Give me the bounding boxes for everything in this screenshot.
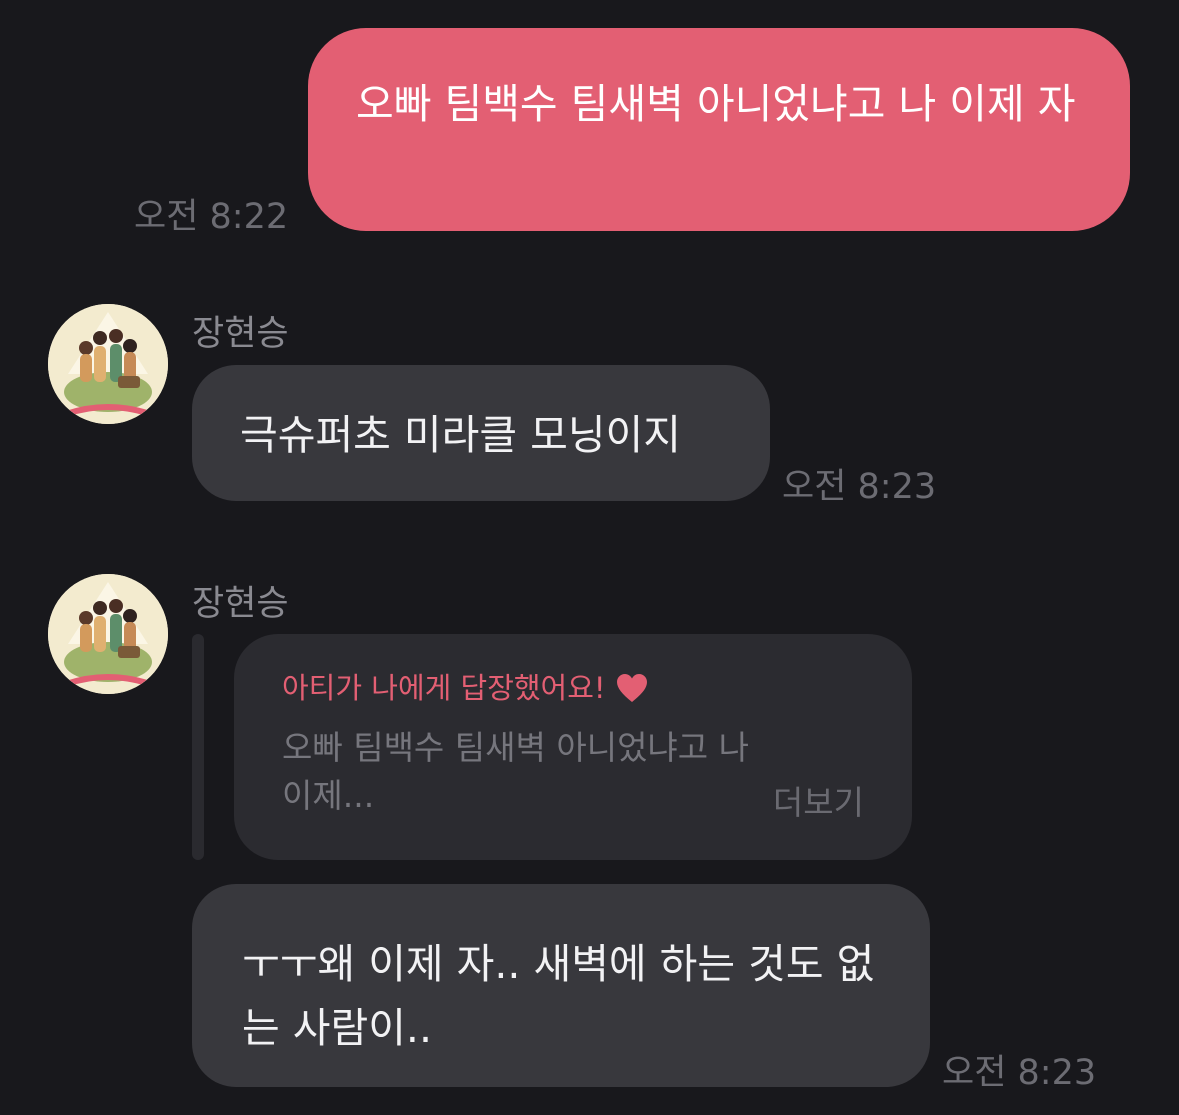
outgoing-message-bubble[interactable]: 오빠 팀백수 팀새벽 아니었냐고 나 이제 자: [308, 28, 1130, 231]
sender-avatar[interactable]: [48, 304, 168, 424]
reply-title: 아티가 나에게 답장했어요!: [282, 671, 606, 705]
avatar-image: [48, 304, 168, 424]
reply-indicator-bar: [192, 634, 204, 860]
incoming-message-bubble[interactable]: ㅜㅜ왜 이제 자.. 새벽에 하는 것도 없는 사람이..: [192, 884, 930, 1087]
message-time: 오전 8:22: [134, 197, 289, 237]
incoming-message-bubble[interactable]: 극슈퍼초 미라클 모닝이지: [192, 365, 770, 501]
see-more-link[interactable]: 더보기: [773, 776, 864, 824]
message-time: 오전 8:23: [942, 1053, 1097, 1093]
message-time: 오전 8:23: [782, 467, 937, 507]
reply-quote-text: 오빠 팀백수 팀새벽 아니었냐고 나 이제...: [282, 728, 749, 815]
heart-icon: [616, 673, 648, 703]
reply-quote-box[interactable]: 아티가 나에게 답장했어요! 오빠 팀백수 팀새벽 아니었냐고 나 이제... …: [234, 634, 912, 860]
sender-avatar[interactable]: [48, 574, 168, 694]
sender-name: 장현승: [192, 314, 289, 354]
sender-name: 장현승: [192, 584, 289, 624]
avatar-image: [48, 574, 168, 694]
incoming-message-text: ㅜㅜ왜 이제 자.. 새벽에 하는 것도 없는 사람이..: [242, 940, 875, 1052]
outgoing-message-text: 오빠 팀백수 팀새벽 아니었냐고 나 이제 자: [356, 80, 1076, 128]
reply-header: 아티가 나에게 답장했어요!: [282, 666, 864, 710]
incoming-message-text: 극슈퍼초 미라클 모닝이지: [240, 411, 681, 459]
